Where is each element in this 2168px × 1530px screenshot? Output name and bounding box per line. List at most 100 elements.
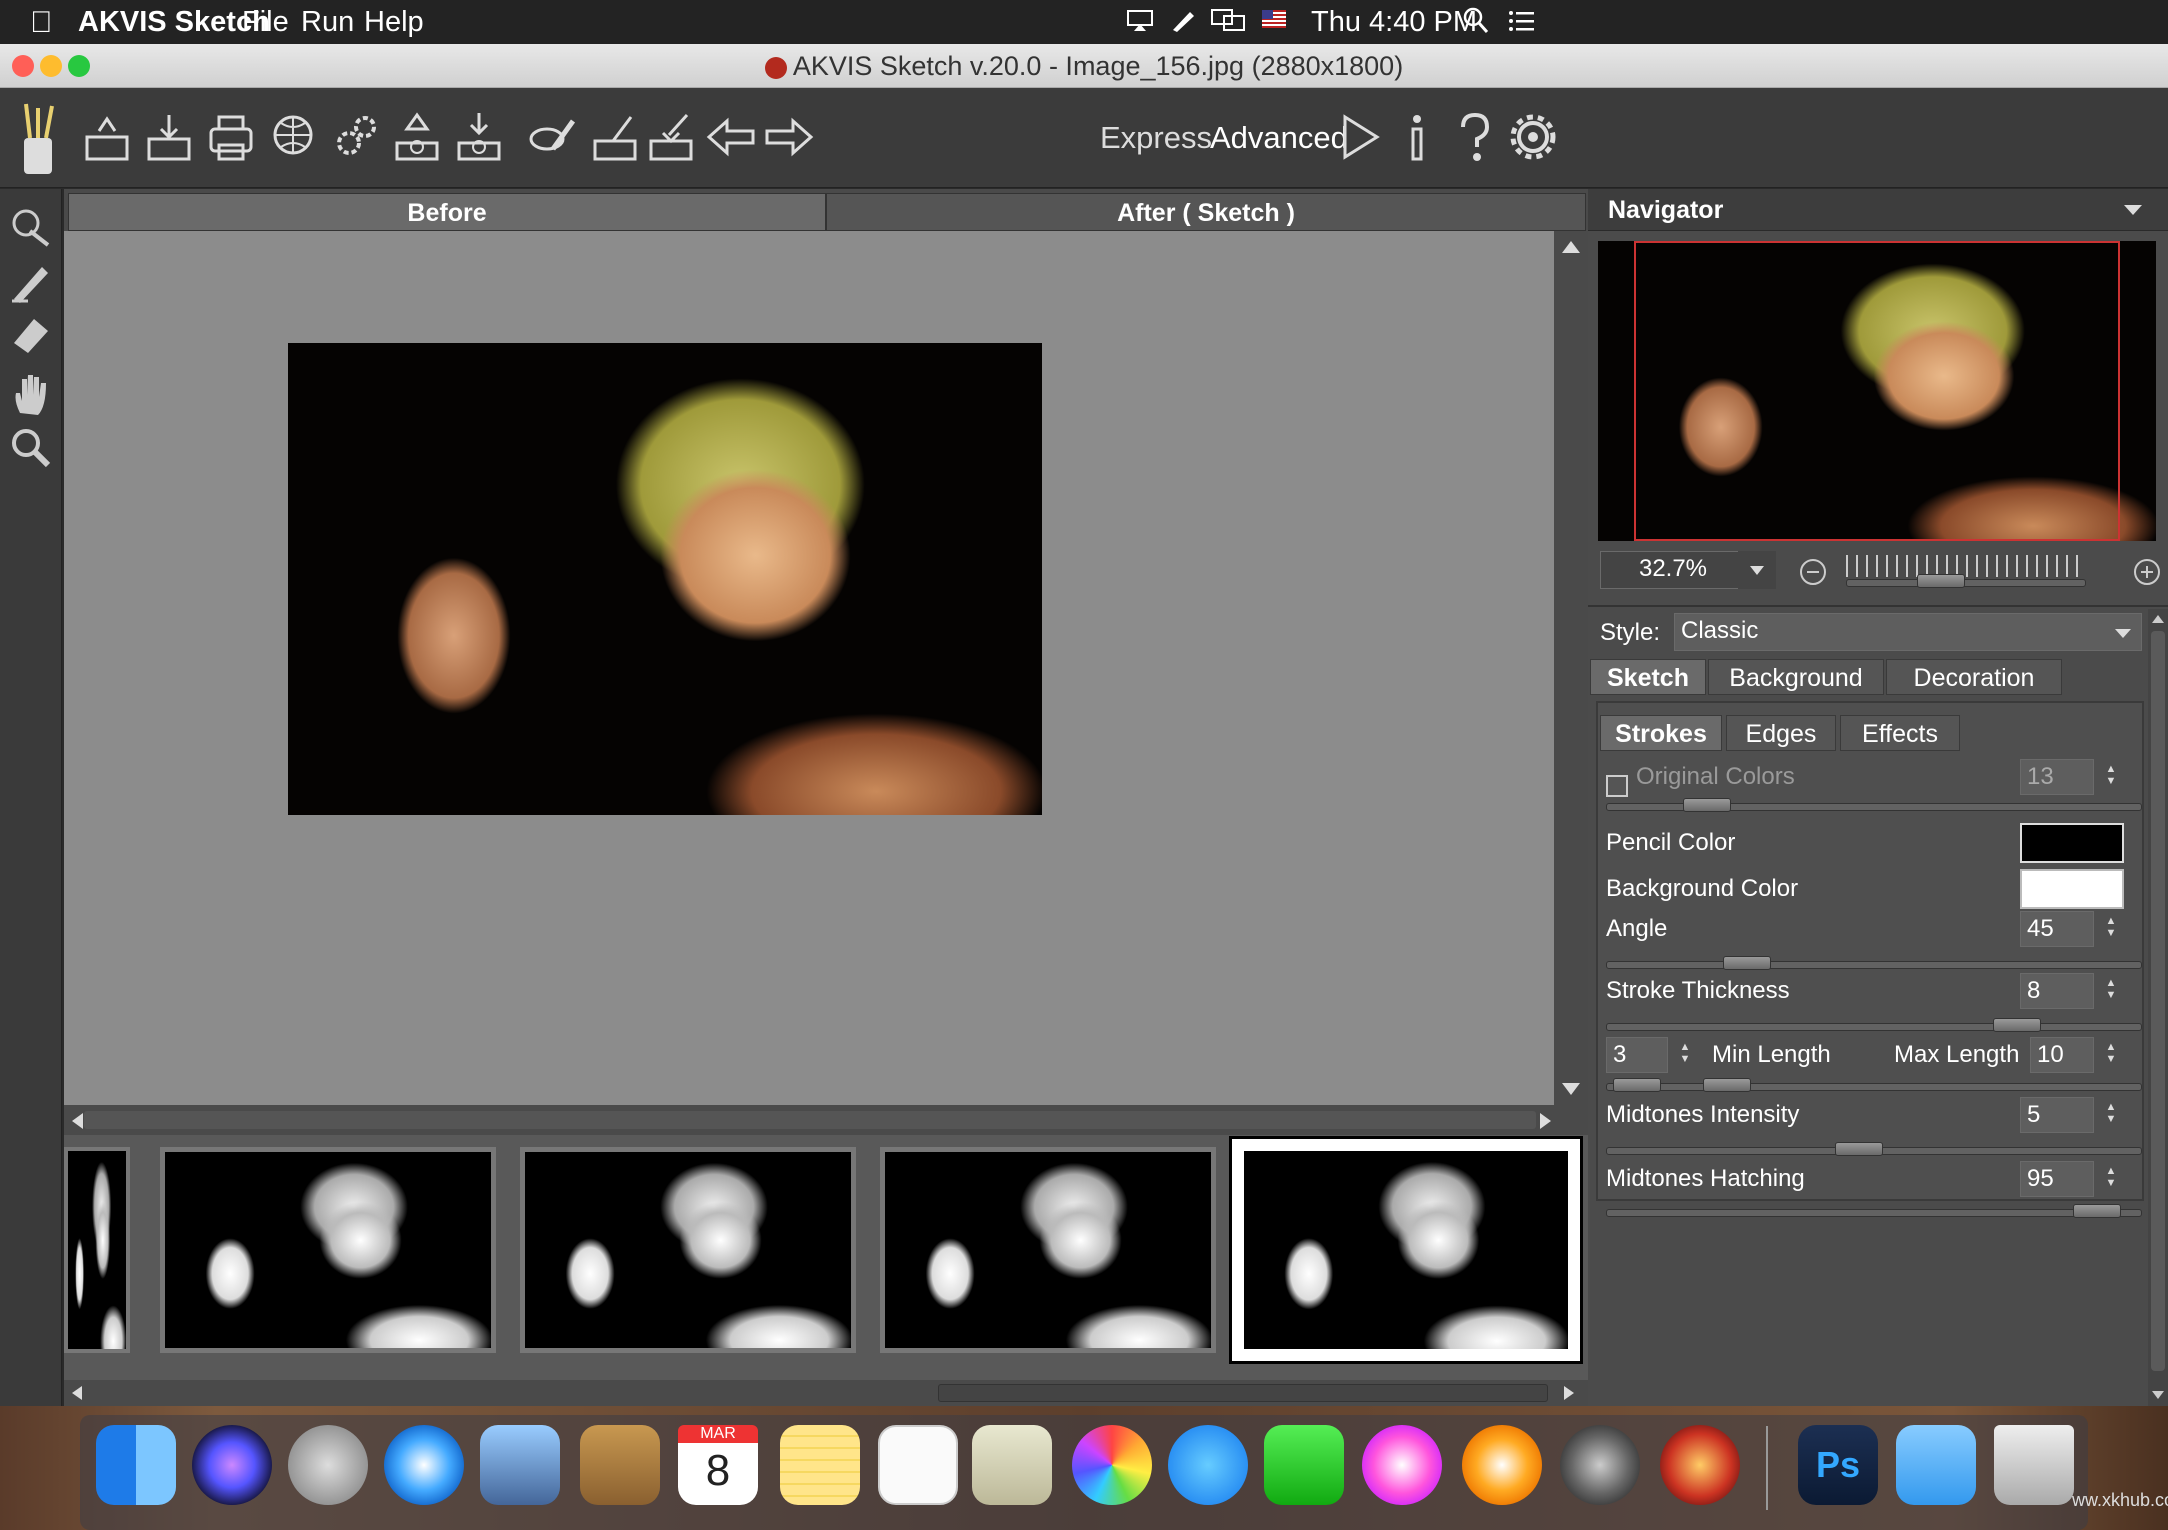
- slider-thumb[interactable]: [1835, 1142, 1883, 1156]
- filmstrip-thumbnail[interactable]: [880, 1147, 1216, 1353]
- minimize-button[interactable]: [40, 55, 62, 77]
- max-length-stepper[interactable]: ▲ ▼: [2104, 1041, 2118, 1067]
- navigator-header[interactable]: Navigator: [1588, 189, 2168, 231]
- photoshop-icon[interactable]: Ps: [1798, 1425, 1878, 1505]
- zoom-tool-icon[interactable]: [8, 425, 54, 471]
- length-range-slider[interactable]: [1606, 1078, 2142, 1092]
- midtones-hatching-slider[interactable]: [1606, 1204, 2142, 1218]
- slider-thumb[interactable]: [1993, 1018, 2041, 1032]
- launchpad-rocket-icon[interactable]: [288, 1425, 368, 1505]
- image-canvas[interactable]: [64, 231, 1554, 1105]
- ibooks-icon[interactable]: [1462, 1425, 1542, 1505]
- slider-thumb[interactable]: [2073, 1204, 2121, 1218]
- notification-center-icon[interactable]: [1508, 8, 1536, 41]
- min-length-input[interactable]: 3: [1606, 1037, 1668, 1073]
- save-preset-icon[interactable]: [448, 106, 510, 168]
- original-colors-slider[interactable]: [1606, 798, 2142, 812]
- filmstrip-scroll-thumb[interactable]: [938, 1384, 1548, 1402]
- preferences-gear-icon[interactable]: [1502, 106, 1564, 168]
- run-play-icon[interactable]: [1328, 106, 1390, 168]
- pencil-color-swatch[interactable]: [2020, 823, 2124, 863]
- tab-background[interactable]: Background: [1708, 659, 1884, 695]
- share-globe-icon[interactable]: [262, 106, 324, 168]
- help-icon[interactable]: [1444, 106, 1506, 168]
- stroke-thickness-stepper[interactable]: ▲ ▼: [2104, 977, 2118, 1003]
- scroll-right-arrow-icon[interactable]: [1540, 1113, 1551, 1129]
- zoom-percentage[interactable]: 32.7%: [1600, 551, 1740, 589]
- photos-icon[interactable]: [1072, 1425, 1152, 1505]
- subtab-effects[interactable]: Effects: [1840, 715, 1960, 751]
- contacts-icon[interactable]: [580, 1425, 660, 1505]
- original-colors-checkbox[interactable]: [1606, 775, 1628, 797]
- midtones-hatching-input[interactable]: 95: [2020, 1161, 2094, 1197]
- menu-file[interactable]: File: [242, 6, 289, 39]
- filmstrip-thumbnail[interactable]: [520, 1147, 856, 1353]
- save-icon[interactable]: [138, 106, 200, 168]
- min-length-stepper[interactable]: ▲ ▼: [1678, 1041, 1692, 1067]
- stroke-thickness-slider[interactable]: [1606, 1018, 2142, 1032]
- background-color-swatch[interactable]: [2020, 869, 2124, 909]
- display-icon[interactable]: [1210, 8, 1246, 34]
- midtones-intensity-input[interactable]: 5: [2020, 1097, 2094, 1133]
- tab-decoration[interactable]: Decoration: [1886, 659, 2062, 695]
- angle-input[interactable]: 45: [2020, 911, 2094, 947]
- eraser-tool-icon[interactable]: [8, 311, 54, 357]
- pencil-tool-icon[interactable]: [8, 259, 54, 305]
- filmstrip-right-arrow-icon[interactable]: [1564, 1386, 1574, 1400]
- zoom-in-icon[interactable]: [2134, 559, 2160, 585]
- slider-thumb[interactable]: [1683, 798, 1731, 812]
- scroll-up-arrow-icon[interactable]: [1562, 241, 1580, 253]
- mail-stamp-icon[interactable]: [480, 1425, 560, 1505]
- panel-scroll-thumb[interactable]: [2151, 631, 2165, 1371]
- document-proxy-icon[interactable]: [764, 56, 787, 79]
- tab-before[interactable]: Before: [68, 193, 826, 231]
- navigator-collapse-icon[interactable]: [2124, 205, 2142, 215]
- canvas-horizontal-scrollbar[interactable]: [64, 1105, 1588, 1135]
- airplay-icon[interactable]: [1126, 8, 1154, 32]
- angle-slider[interactable]: [1606, 956, 2142, 970]
- canvas-vertical-scrollbar[interactable]: [1554, 231, 1588, 1105]
- scroll-down-arrow-icon[interactable]: [1562, 1083, 1580, 1095]
- navigator-view-frame[interactable]: [1634, 241, 2120, 541]
- system-preferences-gear-icon[interactable]: [1560, 1425, 1640, 1505]
- midtones-intensity-slider[interactable]: [1606, 1142, 2142, 1156]
- undo-arrow-icon[interactable]: [700, 106, 762, 168]
- notes-icon[interactable]: [780, 1425, 860, 1505]
- messages-icon[interactable]: [1168, 1425, 1248, 1505]
- itunes-music-icon[interactable]: [1362, 1425, 1442, 1505]
- maps-icon[interactable]: [972, 1425, 1052, 1505]
- zoom-dropdown-button[interactable]: [1738, 551, 1776, 589]
- akvis-sketch-dock-icon[interactable]: [1660, 1425, 1740, 1505]
- spotlight-icon[interactable]: [1463, 6, 1489, 42]
- open-image-icon[interactable]: [76, 106, 138, 168]
- slider-thumb-max[interactable]: [1703, 1078, 1751, 1092]
- reminders-icon[interactable]: [878, 1425, 958, 1505]
- zoom-button[interactable]: [68, 55, 90, 77]
- filmstrip-left-arrow-icon[interactable]: [72, 1386, 82, 1400]
- zoom-slider-thumb[interactable]: [1917, 574, 1965, 588]
- subtab-edges[interactable]: Edges: [1726, 715, 1836, 751]
- siri-icon[interactable]: [192, 1425, 272, 1505]
- redo-arrow-icon[interactable]: [758, 106, 820, 168]
- filmstrip-thumbnail[interactable]: [64, 1147, 130, 1353]
- export-strokes-icon[interactable]: [584, 106, 646, 168]
- folder-icon[interactable]: [1896, 1425, 1976, 1505]
- pen-tray-icon[interactable]: [1170, 8, 1196, 34]
- trash-icon[interactable]: [1994, 1425, 2074, 1505]
- info-icon[interactable]: [1386, 106, 1448, 168]
- panel-scrollbar[interactable]: [2148, 609, 2168, 1406]
- safari-compass-icon[interactable]: [384, 1425, 464, 1505]
- tab-sketch[interactable]: Sketch: [1590, 659, 1706, 695]
- filmstrip-scrollbar[interactable]: [64, 1380, 1588, 1406]
- canvas-hscroll-thumb[interactable]: [84, 1111, 1536, 1129]
- filmstrip-thumbnail[interactable]: [160, 1147, 496, 1353]
- calendar-icon[interactable]: MAR 8: [678, 1425, 758, 1505]
- strokes-direction-icon[interactable]: [8, 205, 54, 251]
- zoom-slider[interactable]: [1846, 574, 2086, 588]
- import-strokes-icon[interactable]: [640, 106, 702, 168]
- batch-processing-icon[interactable]: [324, 106, 386, 168]
- scroll-left-arrow-icon[interactable]: [72, 1113, 83, 1129]
- express-mode-button[interactable]: Express: [1100, 120, 1212, 156]
- stroke-thickness-input[interactable]: 8: [2020, 973, 2094, 1009]
- apple-icon[interactable]: : [30, 6, 53, 40]
